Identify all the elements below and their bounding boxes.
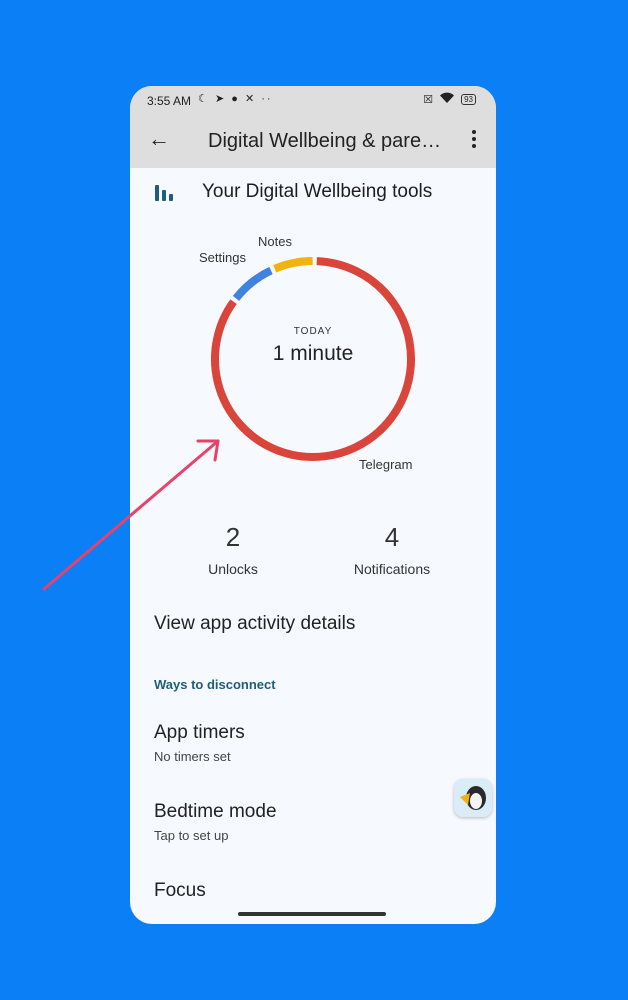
bar-chart-icon: [154, 183, 176, 201]
unlocks-count: 2: [225, 522, 241, 552]
floating-app-bubble-icon[interactable]: [454, 779, 492, 817]
notifications-count: 4: [384, 522, 400, 552]
status-bar: 3:55 AM ☾ ➤ ● ✕ ·· ☒ 93: [130, 86, 496, 114]
notifications-stat[interactable]: 4 Notifications: [322, 522, 462, 577]
app-bar: ← Digital Wellbeing & pare…: [130, 114, 496, 168]
keyhole-icon: ●: [231, 93, 240, 105]
telegram-icon: ➤: [214, 93, 227, 105]
section-header: Your Digital Wellbeing tools: [154, 181, 432, 203]
view-activity-details[interactable]: View app activity details: [154, 613, 355, 635]
app-timers-subtitle: No timers set: [154, 749, 231, 764]
no-sim-icon: ☒: [423, 94, 434, 106]
donut-slice-settings: [232, 266, 273, 301]
bedtime-mode-subtitle: Tap to set up: [154, 828, 229, 843]
battery-level: 93: [464, 95, 473, 104]
page-title: Digital Wellbeing & pare…: [208, 130, 442, 152]
focus-item[interactable]: Focus: [154, 880, 206, 902]
chart-label-settings: Settings: [199, 250, 246, 265]
app-timers-title: App timers: [154, 722, 245, 743]
more-dots-icon: ··: [261, 93, 273, 105]
wifi-icon: [439, 92, 455, 107]
back-arrow-icon[interactable]: ←: [148, 126, 170, 152]
home-indicator[interactable]: [238, 912, 386, 916]
chart-label-notes: Notes: [258, 234, 292, 249]
unlocks-stat[interactable]: 2 Unlocks: [163, 522, 303, 577]
chart-label-telegram: Telegram: [359, 457, 413, 472]
status-icons-left: ☾ ➤ ● ✕ ··: [198, 92, 273, 105]
app-timers-item[interactable]: App timers No timers set: [154, 722, 245, 764]
x-icon: ✕: [244, 93, 257, 105]
battery-icon: 93: [461, 94, 476, 105]
screen-time-value: 1 minute: [272, 342, 354, 365]
bedtime-mode-title: Bedtime mode: [154, 801, 277, 822]
phone-screen: 3:55 AM ☾ ➤ ● ✕ ·· ☒ 93 ← Digital Wellbe…: [130, 86, 496, 924]
status-time: 3:55 AM: [147, 94, 192, 108]
unlocks-label: Unlocks: [208, 561, 258, 577]
bedtime-mode-item[interactable]: Bedtime mode Tap to set up: [154, 801, 277, 843]
today-label: TODAY: [293, 326, 333, 337]
notifications-label: Notifications: [353, 561, 431, 577]
status-icons-right: ☒ 93: [423, 92, 476, 107]
view-activity-label: View app activity details: [154, 613, 356, 634]
chart-center: TODAY 1 minute: [208, 326, 418, 366]
ways-to-disconnect-header: Ways to disconnect: [154, 677, 276, 692]
donut-slice-notes: [273, 257, 313, 273]
moon-icon: ☾: [198, 93, 210, 105]
focus-title: Focus: [154, 880, 206, 901]
more-options-icon[interactable]: [466, 128, 482, 152]
section-title: Your Digital Wellbeing tools: [202, 181, 433, 202]
